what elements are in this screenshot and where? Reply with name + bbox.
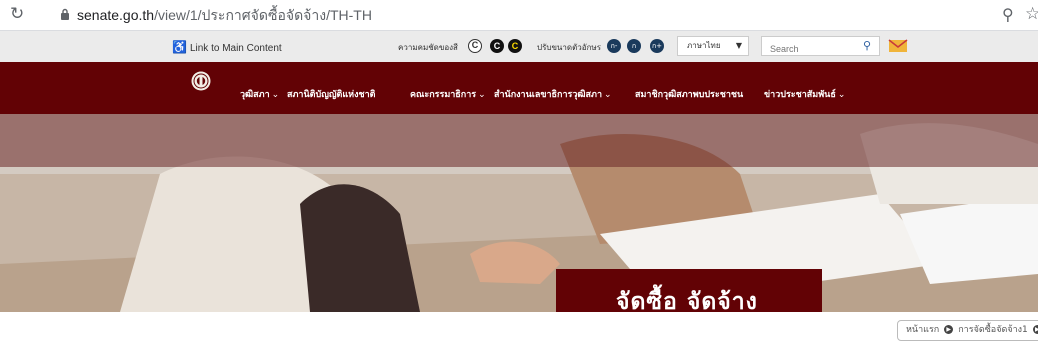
contrast-yellow-button[interactable]: C	[508, 39, 522, 53]
nav-item-committees[interactable]: คณะกรรมาธิการ ⌄	[410, 87, 486, 101]
nav-item-senators-meet-people[interactable]: สมาชิกวุฒิสภาพบประชาชน	[635, 87, 743, 101]
font-normal-button[interactable]: ก	[627, 39, 641, 53]
lock-icon	[61, 8, 69, 20]
chevron-down-icon: ⌄	[478, 90, 486, 100]
nav-item-secretariat[interactable]: สำนักงานเลขาธิการวุฒิสภา ⌄	[494, 87, 612, 101]
chevron-down-icon: ⌄	[837, 90, 846, 100]
reload-icon[interactable]: ↻	[10, 4, 24, 24]
accessibility-icon: ♿	[172, 40, 187, 54]
nav-item-label: สภานิติบัญญัติแห่งชาติ	[287, 90, 376, 100]
nav-item-senate[interactable]: วุฒิสภา ⌄	[240, 87, 279, 101]
nav-item-label: ข่าวประชาสัมพันธ์	[764, 90, 836, 100]
nav-item-label: วุฒิสภา	[240, 90, 270, 100]
hero-banner: จัดซื้อ จัดจ้าง	[0, 114, 1038, 312]
nav-item-nla[interactable]: สภานิติบัญญัติแห่งชาติ	[287, 87, 376, 101]
language-value: ภาษาไทย	[687, 41, 721, 50]
nav-item-label: สมาชิกวุฒิสภาพบประชาชน	[635, 90, 744, 100]
hero-overlay-band	[0, 114, 1038, 167]
contrast-label: ความคมชัดของสี	[398, 43, 458, 52]
mail-icon[interactable]	[888, 38, 908, 54]
url-domain: senate.go.th	[77, 7, 155, 23]
zoom-icon[interactable]: ⚲	[1002, 5, 1014, 24]
search-box: ⚲	[761, 36, 880, 58]
utility-bar: ♿ Link to Main Content ความคมชัดของสี C C…	[0, 31, 1038, 63]
language-select[interactable]: ภาษาไทย ▼	[677, 36, 749, 56]
nav-item-label: สำนักงานเลขาธิการวุฒิสภา	[494, 90, 603, 100]
font-increase-button[interactable]: ก+	[650, 39, 664, 53]
chevron-right-icon: ▶	[944, 325, 954, 334]
chevron-down-icon: ⌄	[271, 90, 280, 100]
search-icon[interactable]: ⚲	[863, 39, 871, 52]
nav-item-news[interactable]: ข่าวประชาสัมพันธ์ ⌄	[764, 87, 845, 101]
caret-down-icon: ▼	[735, 41, 742, 50]
senate-logo[interactable]	[191, 71, 211, 91]
skip-to-content-link[interactable]: ♿ Link to Main Content	[172, 40, 282, 54]
chevron-right-icon: ▶	[1032, 325, 1038, 334]
chevron-down-icon: ⌄	[604, 90, 612, 100]
breadcrumb: หน้าแรก ▶ การจัดซื้อจัดจ้าง1 ▶	[897, 320, 1038, 341]
breadcrumb-home[interactable]: หน้าแรก	[906, 325, 939, 335]
contrast-normal-button[interactable]: C	[468, 39, 482, 53]
font-decrease-button[interactable]: ก-	[607, 39, 621, 53]
nav-item-label: คณะกรรมาธิการ	[410, 90, 477, 100]
page-title: จัดซื้อ จัดจ้าง	[616, 289, 758, 312]
main-nav: วุฒิสภา ⌄ สภานิติบัญญัติแห่งชาติ คณะกรรมา…	[0, 62, 1038, 114]
browser-toolbar: ↻ senate.go.th/view/1/ประกาศจัดซื้อจัดจ้…	[0, 0, 1038, 31]
search-input[interactable]	[768, 40, 860, 58]
star-icon[interactable]: ☆	[1025, 4, 1038, 24]
contrast-dark-button[interactable]: C	[490, 39, 504, 53]
address-bar[interactable]: senate.go.th/view/1/ประกาศจัดซื้อจัดจ้าง…	[77, 5, 372, 27]
url-path: /view/1/ประกาศจัดซื้อจัดจ้าง/TH-TH	[154, 7, 372, 23]
breadcrumb-current[interactable]: การจัดซื้อจัดจ้าง1	[958, 325, 1028, 335]
font-size-label: ปรับขนาดตัวอักษร	[537, 43, 601, 52]
content-area	[0, 312, 1038, 350]
skip-link-label: Link to Main Content	[189, 43, 282, 54]
